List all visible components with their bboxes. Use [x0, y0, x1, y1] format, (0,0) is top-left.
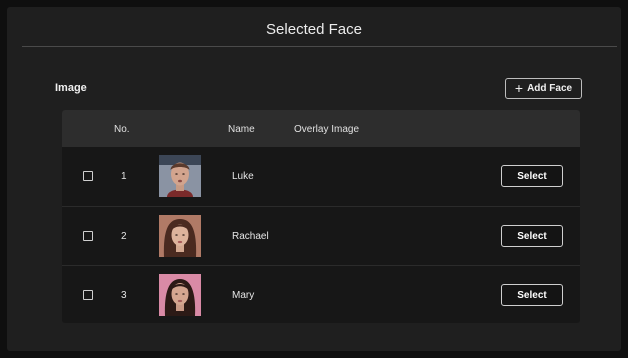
add-face-button[interactable]: + Add Face — [505, 78, 582, 99]
page-title: Selected Face — [266, 21, 362, 38]
column-header-no: No. — [114, 124, 130, 135]
row-checkbox[interactable] — [83, 231, 93, 241]
select-button[interactable]: Select — [501, 284, 563, 306]
row-name: Mary — [232, 290, 255, 301]
plus-icon: + — [514, 80, 524, 96]
table-header: No. Name Overlay Image — [62, 110, 580, 147]
row-number: 1 — [121, 171, 127, 182]
row-number: 3 — [121, 290, 127, 301]
add-face-label: Add Face — [527, 83, 573, 94]
face-thumbnail — [159, 155, 201, 197]
face-table: No. Name Overlay Image 1 Luke Select 2 R… — [62, 110, 580, 323]
row-name: Luke — [232, 171, 254, 182]
column-header-overlay-image: Overlay Image — [294, 124, 360, 135]
face-thumbnail — [159, 274, 201, 316]
section-label-image: Image — [55, 82, 87, 94]
header-divider — [22, 46, 617, 47]
row-checkbox[interactable] — [83, 171, 93, 181]
table-row: 1 Luke Select — [62, 147, 580, 206]
face-thumbnail — [159, 215, 201, 257]
select-button[interactable]: Select — [501, 165, 563, 187]
selected-face-panel: Selected Face Image + Add Face No. Name … — [7, 7, 621, 351]
select-button[interactable]: Select — [501, 225, 563, 247]
row-checkbox[interactable] — [83, 290, 93, 300]
row-name: Rachael — [232, 231, 269, 242]
column-header-name: Name — [228, 124, 255, 135]
table-row: 3 Mary Select — [62, 265, 580, 323]
table-row: 2 Rachael Select — [62, 206, 580, 265]
row-number: 2 — [121, 231, 127, 242]
